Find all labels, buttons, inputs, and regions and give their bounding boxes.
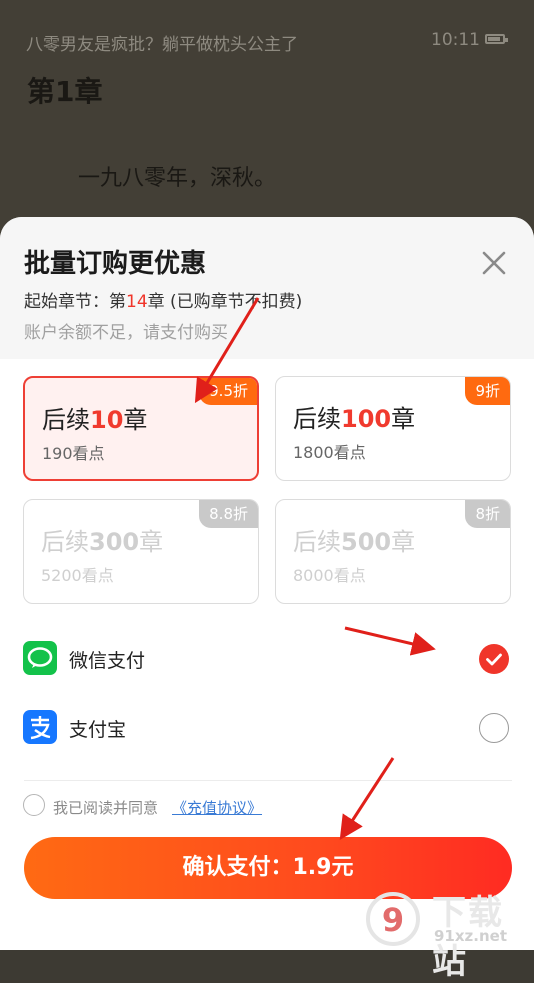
discount-badge: 9折: [465, 377, 510, 405]
watermark-domain: 91xz.net: [434, 927, 508, 945]
site-watermark: 9 下载站 91xz.net: [366, 883, 534, 982]
package-count: 500: [341, 528, 392, 556]
package-card-500: 后续500章 8000看点 8折: [275, 499, 511, 604]
package-price: 190看点: [42, 444, 105, 463]
batch-purchase-sheet: 批量订购更优惠 起始章节：第14章 (已购章节不扣费) 账户余额不足，请支付购买…: [0, 217, 534, 950]
payment-option-wechat[interactable]: 微信支付: [0, 633, 534, 683]
package-prefix: 后续: [42, 406, 90, 434]
package-price: 5200看点: [41, 566, 114, 585]
discount-badge: 8.8折: [199, 500, 258, 528]
svg-text:9: 9: [382, 901, 404, 939]
checkmark-icon[interactable]: [479, 644, 509, 674]
package-prefix: 后续: [293, 405, 341, 433]
package-count: 300: [89, 528, 140, 556]
payment-label: 支付宝: [69, 719, 127, 741]
chapter-title: 第1章: [27, 75, 103, 108]
package-title: 后续500章: [293, 522, 415, 557]
package-prefix: 后续: [41, 528, 89, 556]
package-count: 10: [90, 406, 124, 434]
book-title: 八零男友是疯批？躺平做枕头公主了: [26, 35, 298, 55]
discount-badge: 9.5折: [199, 378, 257, 405]
recharge-agreement-link[interactable]: 《充值协议》: [172, 797, 262, 818]
package-prefix: 后续: [293, 528, 341, 556]
package-title: 后续300章: [41, 522, 163, 557]
package-suffix: 章: [123, 406, 148, 434]
package-card-100[interactable]: 后续100章 1800看点 9折: [275, 376, 511, 481]
alipay-icon: [23, 710, 57, 744]
package-count: 100: [341, 405, 392, 433]
divider: [24, 780, 512, 781]
package-price: 8000看点: [293, 566, 366, 585]
balance-notice: 账户余额不足，请支付购买: [24, 323, 228, 343]
sheet-header: 批量订购更优惠 起始章节：第14章 (已购章节不扣费) 账户余额不足，请支付购买: [0, 217, 534, 359]
wechat-icon: [23, 641, 57, 675]
chapter-first-line: 一九八零年，深秋。: [78, 166, 277, 191]
package-title: 后续100章: [293, 399, 415, 434]
payment-label: 微信支付: [69, 650, 146, 672]
start-chapter-suffix: 章 (已购章节不扣费): [147, 292, 303, 312]
close-icon[interactable]: [476, 245, 512, 281]
clock-time: 10:11: [431, 30, 480, 50]
package-price: 1800看点: [293, 443, 366, 462]
package-suffix: 章: [391, 528, 416, 556]
agreement-checkbox[interactable]: [23, 794, 45, 816]
start-chapter-number: 14: [126, 292, 148, 312]
discount-badge: 8折: [465, 500, 510, 528]
package-title: 后续10章: [42, 400, 147, 435]
package-suffix: 章: [391, 405, 416, 433]
payment-option-alipay[interactable]: 支付宝: [0, 702, 534, 752]
package-suffix: 章: [139, 528, 164, 556]
package-card-300: 后续300章 5200看点 8.8折: [23, 499, 259, 604]
battery-icon: [485, 34, 508, 44]
start-chapter-prefix: 起始章节：第: [24, 292, 126, 312]
radio-button[interactable]: [479, 713, 509, 743]
watermark-logo-icon: 9: [366, 892, 420, 946]
start-chapter-line: 起始章节：第14章 (已购章节不扣费): [24, 287, 302, 312]
sheet-title: 批量订购更优惠: [24, 249, 207, 279]
agreement-text: 我已阅读并同意: [53, 799, 159, 817]
package-card-10[interactable]: 后续10章 190看点 9.5折: [23, 376, 259, 481]
